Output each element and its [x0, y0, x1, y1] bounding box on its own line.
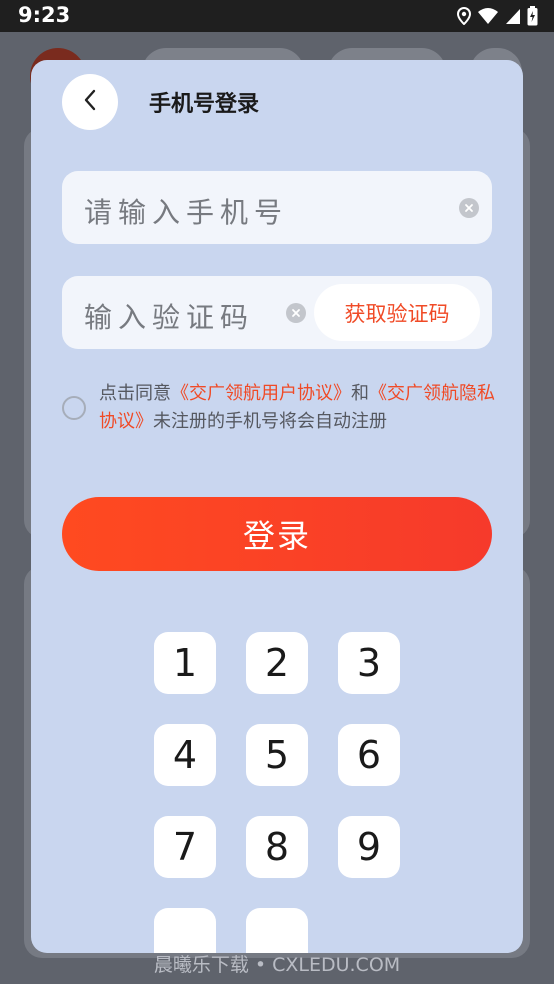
back-button[interactable]	[62, 74, 118, 130]
code-placeholder: 输入验证码	[84, 301, 255, 334]
code-field[interactable]: 输入验证码 获取验证码	[62, 276, 492, 349]
clear-circle-icon[interactable]	[459, 198, 479, 218]
location-icon	[457, 7, 471, 25]
get-code-button[interactable]: 获取验证码	[314, 284, 480, 341]
wifi-icon	[477, 7, 499, 25]
agreement-checkbox[interactable]	[62, 396, 86, 420]
agreement-and: 和	[351, 383, 369, 404]
keypad-key-1[interactable]: 1	[154, 632, 216, 694]
keypad-key-5[interactable]: 5	[246, 724, 308, 786]
keypad-key-4[interactable]: 4	[154, 724, 216, 786]
clear-circle-icon[interactable]	[286, 303, 306, 323]
agreement-suffix: 未注册的手机号将会自动注册	[153, 411, 387, 432]
keypad-key-partial[interactable]	[246, 908, 308, 953]
phone-field[interactable]: 请输入手机号	[62, 171, 492, 244]
agreement-prefix: 点击同意	[99, 383, 171, 404]
status-time: 9:23	[18, 3, 71, 27]
keypad-key-partial[interactable]	[154, 908, 216, 953]
keypad-key-9[interactable]: 9	[338, 816, 400, 878]
keypad-key-8[interactable]: 8	[246, 816, 308, 878]
user-agreement-link[interactable]: 《交广领航用户协议》	[171, 383, 351, 404]
keypad-key-2[interactable]: 2	[246, 632, 308, 694]
status-bar: 9:23	[0, 0, 554, 32]
battery-icon	[527, 6, 538, 26]
page-title: 手机号登录	[149, 92, 260, 117]
login-button[interactable]: 登录	[62, 497, 492, 571]
status-icons	[457, 5, 538, 27]
watermark: 晨曦乐下载 • CXLEDU.COM	[153, 954, 401, 976]
agreement-text: 点击同意《交广领航用户协议》和《交广领航隐私协议》未注册的手机号将会自动注册	[99, 380, 499, 436]
signal-icon	[505, 7, 521, 25]
keypad-key-3[interactable]: 3	[338, 632, 400, 694]
keypad-key-6[interactable]: 6	[338, 724, 400, 786]
chevron-left-icon	[83, 89, 97, 115]
login-sheet: 手机号登录 请输入手机号 输入验证码 获取验证码 点击同意《交广领航用户协议》和…	[31, 60, 523, 953]
phone-placeholder: 请输入手机号	[84, 196, 289, 229]
keypad-key-7[interactable]: 7	[154, 816, 216, 878]
